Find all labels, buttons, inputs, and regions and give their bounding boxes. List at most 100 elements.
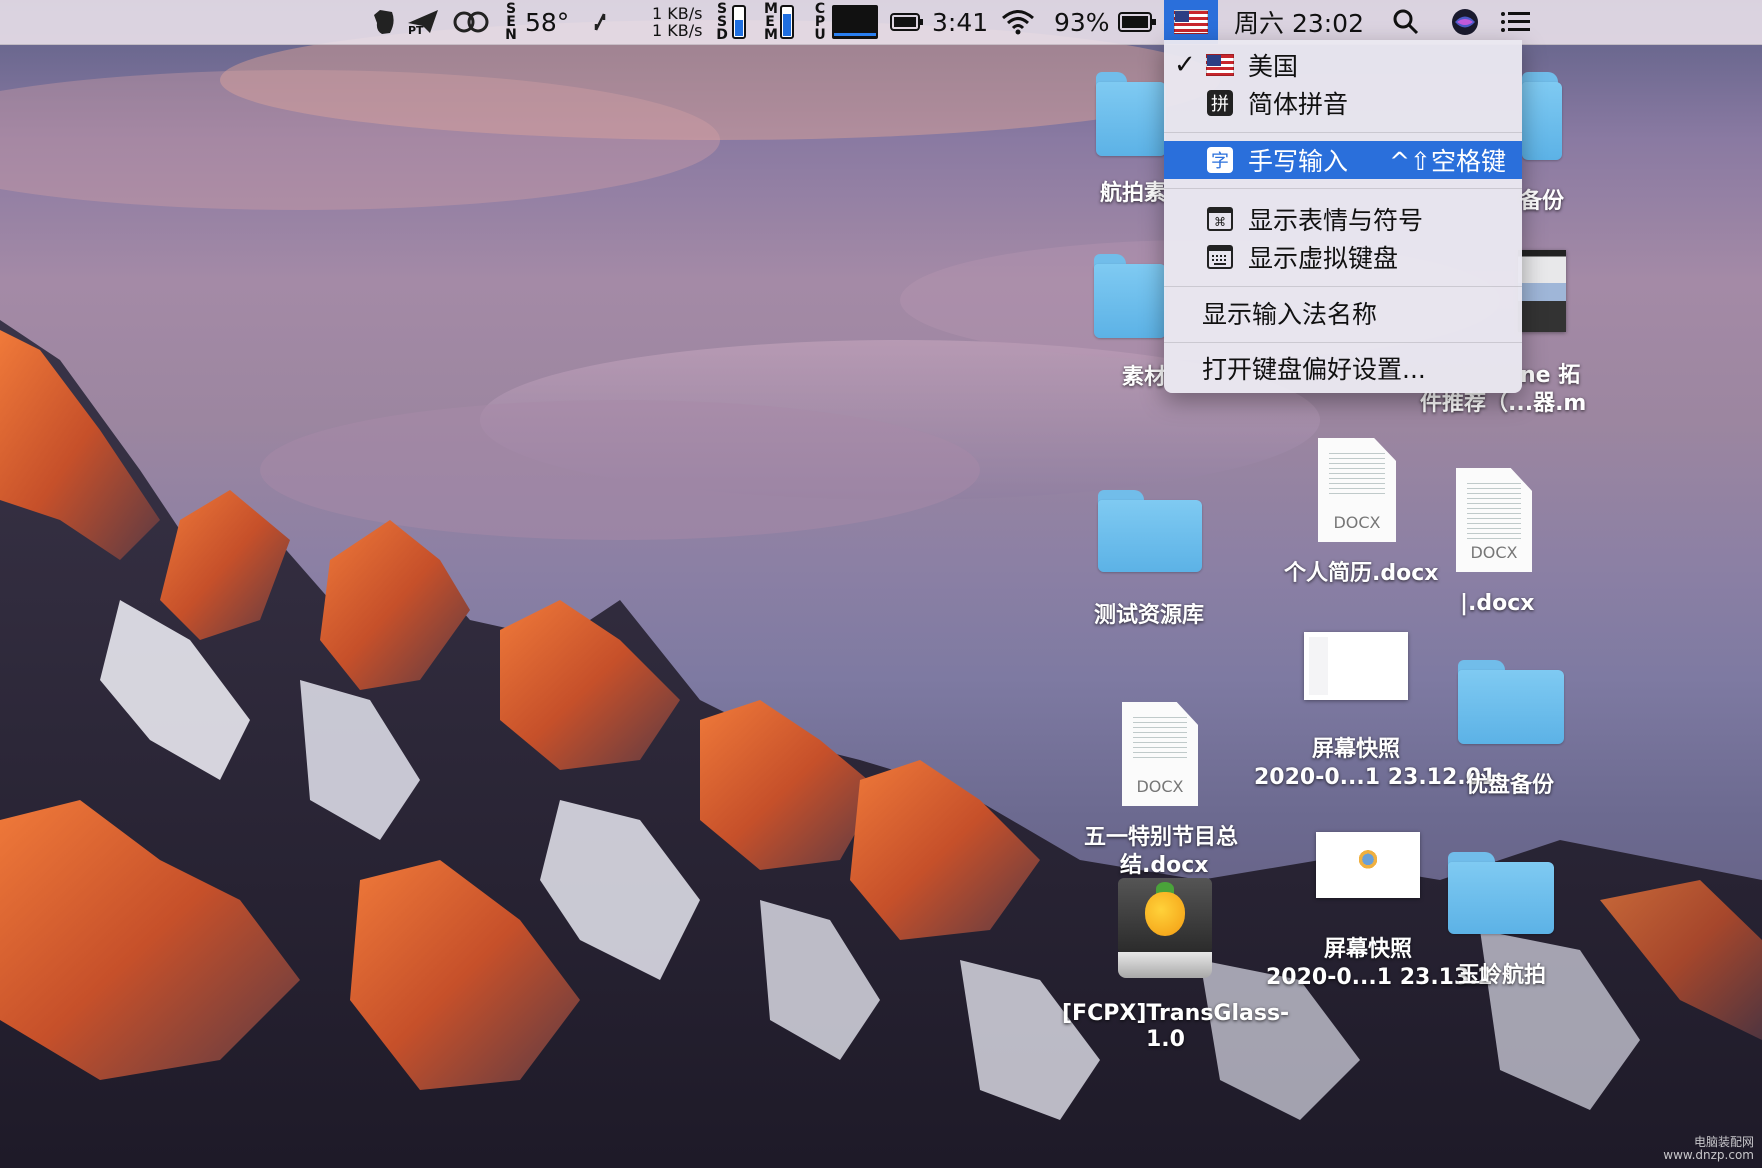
menu-item-pinyin[interactable]: 拼 简体拼音 [1164,84,1522,122]
watermark: 电脑装配网 www.dnzp.com [1663,1136,1754,1162]
folder-icon[interactable] [1448,852,1554,934]
screenshot-thumbnail[interactable] [1316,832,1420,898]
net-up: 1 KB/s [652,4,703,23]
creative-cloud-icon[interactable] [452,0,490,44]
screenshot-label-2-line1[interactable]: 屏幕快照 [1324,936,1412,964]
spotlight-search-icon[interactable] [1392,0,1420,44]
menu-separator [1164,188,1522,189]
folder-icon[interactable] [1094,254,1166,338]
input-source-menu-button[interactable] [1164,0,1218,44]
folder-label-backup-partial[interactable]: 备份 [1520,188,1564,216]
doc-kind: DOCX [1333,513,1381,532]
us-flag-icon [1206,52,1234,78]
docx-file-icon[interactable]: DOCX [1122,702,1198,806]
docx-file-icon[interactable]: DOCX [1456,468,1532,572]
menu-item-handwriting[interactable]: 字 手写输入 ^⇧空格键 [1164,141,1522,179]
disk-image-icon[interactable] [1118,878,1212,978]
folder-label-material[interactable]: 素材 [1122,364,1166,392]
folder-label-test-library[interactable]: 测试资源库 [1094,602,1204,630]
file-label-partial-1[interactable]: ne 拓 [1520,362,1580,390]
ssd-bar [732,5,746,39]
mem-bar [780,5,794,39]
temperature: 58° [525,7,570,37]
menu-item-label: 简体拼音 [1248,90,1349,119]
cpu-label: C P U [814,2,826,43]
wifi-icon[interactable] [1000,0,1036,44]
file-label-wuyi-line2[interactable]: 结.docx [1120,852,1208,880]
doc-kind: DOCX [1136,777,1184,796]
notification-center-icon[interactable] [1500,0,1532,44]
battery-percent-indicator[interactable]: 93% [1054,0,1158,44]
sen-label: S E N [505,2,517,43]
battery-time-indicator[interactable]: 3:41 [890,0,988,44]
pt-label: PT [408,24,424,37]
battery-time: 3:41 [932,7,989,37]
screenshot-label-1-line1[interactable]: 屏幕快照 [1312,736,1400,764]
check-mark-icon: ✓ [1174,50,1196,80]
pinyin-icon-glyph: 拼 [1207,90,1233,116]
mem-meter[interactable]: M E M [764,0,794,44]
screenshot-thumbnail[interactable] [1304,632,1408,700]
menu-item-label: 美国 [1248,52,1299,81]
svg-text:⌘: ⌘ [1214,215,1226,229]
mem-letter: M [764,26,778,43]
handwriting-icon: 字 [1206,147,1234,173]
mem-label: M E M [764,2,778,43]
battery-percent: 93% [1054,7,1110,37]
menu-item-shortcut: ^⇧空格键 [1389,147,1506,176]
handwriting-icon-glyph: 字 [1207,147,1233,173]
menu-item-label: 显示输入法名称 [1202,300,1378,329]
menu-item-label: 打开键盘偏好设置... [1202,355,1426,384]
file-label-partial-2[interactable]: 件推荐（...器.m [1420,390,1586,418]
docx-file-icon[interactable]: DOCX [1318,438,1396,542]
folder-icon[interactable] [1098,490,1202,572]
paper-plane-icon[interactable]: PT [406,0,440,44]
pinyin-icon: 拼 [1206,90,1234,116]
menu-item-label: 显示表情与符号 [1248,206,1424,235]
evernote-icon[interactable] [368,0,398,44]
virtual-keyboard-icon [1206,244,1234,270]
menu-separator [1164,342,1522,343]
disk-label[interactable]: [FCPX]TransGlass- [1062,1000,1289,1028]
menu-item-virtual-keyboard[interactable]: 显示虚拟键盘 [1164,238,1522,276]
menu-separator [1164,132,1522,133]
datetime: 周六 23:02 [1234,9,1364,38]
file-label-wuyi-line1[interactable]: 五一特别节目总 [1084,824,1238,852]
menu-item-label: 显示虚拟键盘 [1248,244,1399,273]
battery-icon [890,13,923,31]
menu-item-keyboard-preferences[interactable]: 打开键盘偏好设置... [1164,349,1522,387]
cpu-graph[interactable] [832,0,878,44]
cpu-letter: U [814,26,826,43]
file-label-pipe[interactable]: |.docx [1460,590,1535,618]
ssd-meter[interactable]: S S D [716,0,746,44]
cpu-meter[interactable]: C P U [814,0,826,44]
screenshot-thumbnail[interactable] [1518,250,1566,332]
folder-icon[interactable] [1458,660,1564,744]
doc-kind: DOCX [1470,543,1518,562]
menu-item-show-input-name[interactable]: 显示输入法名称 [1164,294,1522,332]
menu-item-label: 手写输入 [1248,147,1349,176]
sen-letter: N [505,26,517,43]
siri-icon[interactable] [1450,0,1480,44]
net-down: 1 KB/s [652,21,703,40]
folder-icon[interactable] [1096,72,1166,156]
watermark-line2: www.dnzp.com [1663,1148,1754,1162]
screenshot-label-1-line2[interactable]: 2020-0...1 23.12.01 [1254,764,1496,792]
menu-bar: PT S E N 58° 1 KB/s 1 KB/s S S D M E M C… [0,0,1762,45]
folder-label-youpan-backup[interactable]: 优盘备份 [1466,772,1554,800]
clock[interactable]: 周六 23:02 [1234,0,1364,44]
battery-level-icon [1117,12,1156,32]
menu-item-emoji-symbols[interactable]: ⌘ 显示表情与符号 [1164,200,1522,238]
sen-indicator[interactable]: S E N 58° [505,0,569,44]
folder-label-yuling-aerial[interactable]: 玉岭航拍 [1458,962,1546,990]
folder-icon[interactable] [1522,72,1562,160]
disk-label-2[interactable]: 1.0 [1146,1026,1185,1054]
network-speed[interactable]: 1 KB/s 1 KB/s [652,0,702,44]
arrows-icon[interactable] [592,0,608,44]
file-label-resume[interactable]: 个人简历.docx [1284,560,1438,588]
emoji-symbols-icon: ⌘ [1206,206,1234,232]
folder-label-aerial[interactable]: 航拍素 [1100,180,1166,208]
ssd-letter: D [716,26,728,43]
menu-item-us[interactable]: ✓ 美国 [1164,46,1522,84]
menu-separator [1164,286,1522,287]
